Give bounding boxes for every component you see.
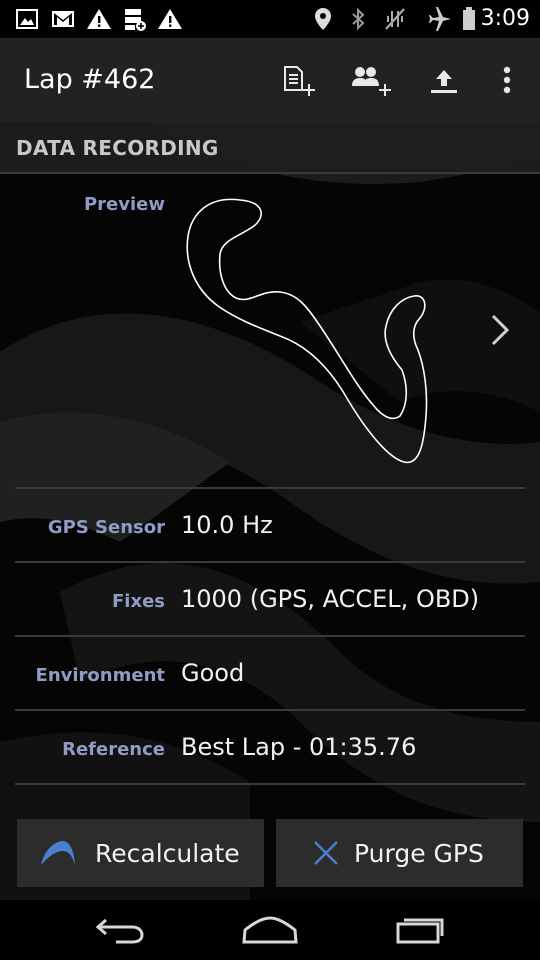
add-group-button[interactable] — [347, 58, 395, 102]
purge-gps-label: Purge GPS — [354, 838, 484, 868]
recalculate-arc-icon — [41, 841, 75, 865]
clock: 3:09 — [480, 6, 530, 31]
airplane-mode-icon — [426, 6, 454, 32]
warning-icon — [86, 6, 112, 32]
upload-button[interactable] — [420, 58, 468, 102]
recalculate-label: Recalculate — [95, 838, 240, 868]
close-icon — [314, 841, 338, 865]
fixes-value: 1000 (GPS, ACCEL, OBD) — [181, 585, 480, 613]
home-button[interactable] — [240, 908, 300, 952]
preview-label: Preview — [83, 194, 165, 215]
environment-value: Good — [181, 659, 245, 687]
fixes-label: Fixes — [112, 591, 165, 612]
divider — [15, 783, 525, 785]
gps-sensor-value: 10.0 Hz — [181, 511, 273, 539]
recents-button[interactable] — [390, 908, 450, 952]
home-icon — [242, 916, 298, 944]
add-group-icon — [352, 67, 391, 96]
add-document-button[interactable] — [275, 58, 323, 102]
gmail-icon — [51, 6, 75, 32]
divider — [15, 635, 525, 637]
content-area: DATA RECORDING Preview GPS Sensor 10.0 H… — [0, 122, 540, 900]
section-header: DATA RECORDING — [0, 122, 540, 174]
recents-icon — [396, 918, 444, 944]
reference-value[interactable]: Best Lap - 01:35.76 — [181, 733, 416, 761]
section-title: DATA RECORDING — [16, 136, 219, 160]
back-button[interactable] — [90, 908, 150, 952]
upload-icon — [431, 70, 457, 93]
battery-icon — [461, 6, 477, 32]
vibrate-off-icon — [383, 6, 407, 32]
chevron-right-icon[interactable] — [484, 310, 516, 350]
back-icon — [95, 918, 144, 944]
purge-gps-button[interactable]: Purge GPS — [276, 819, 523, 887]
reference-label: Reference — [62, 739, 165, 760]
gps-sensor-label: GPS Sensor — [47, 517, 165, 538]
action-bar: Lap #462 — [0, 38, 540, 122]
divider — [15, 561, 525, 563]
track-preview-map[interactable] — [180, 190, 440, 470]
overflow-menu-button[interactable] — [483, 58, 531, 102]
navigation-bar — [0, 900, 540, 960]
divider — [15, 709, 525, 711]
image-icon — [16, 6, 38, 32]
environment-label: Environment — [35, 665, 165, 686]
warning-icon — [157, 6, 183, 32]
overflow-menu-icon — [503, 66, 511, 94]
location-icon — [313, 6, 333, 32]
add-document-icon — [284, 66, 315, 96]
page-title: Lap #462 — [24, 64, 156, 95]
sd-card-icon — [123, 6, 147, 32]
divider — [15, 487, 525, 489]
recalculate-button[interactable]: Recalculate — [17, 819, 264, 887]
status-bar: 3:09 — [0, 0, 540, 38]
bluetooth-icon — [348, 6, 368, 32]
